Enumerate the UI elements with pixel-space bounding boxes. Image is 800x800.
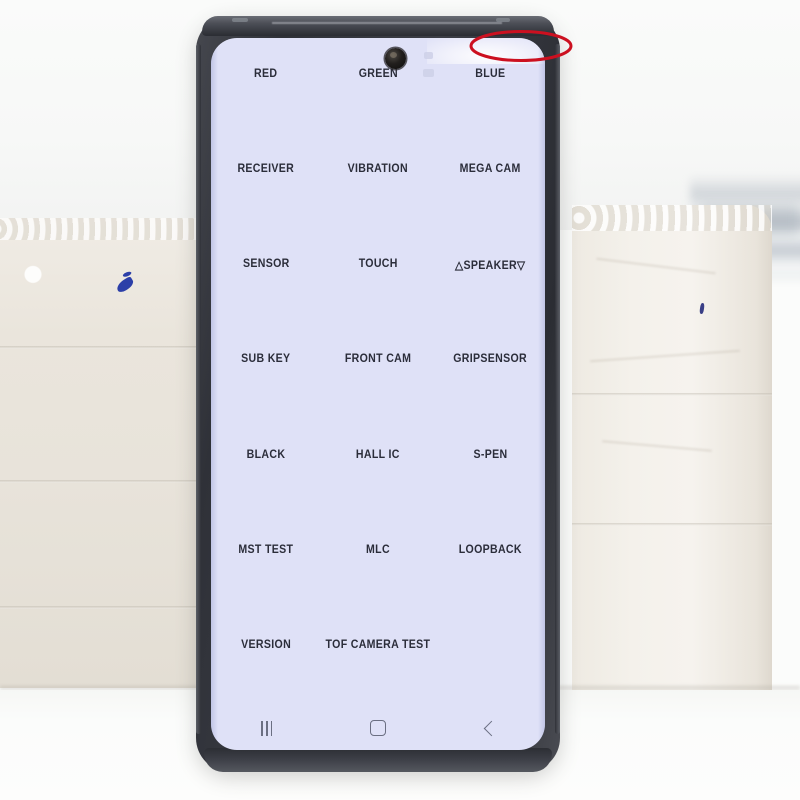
styrofoam-block-left [0, 218, 205, 688]
home-button[interactable] [350, 711, 406, 745]
phone-device: RED GREEN BLUE RECEIVER VIBRATION MEGA C… [196, 16, 560, 772]
test-button-label: TOUCH [358, 258, 398, 271]
test-button-touch[interactable]: TOUCH [321, 230, 435, 324]
test-button-empty [436, 610, 543, 704]
foam-seam [0, 606, 205, 609]
styrofoam-block-right [572, 205, 772, 705]
test-button-sensor[interactable]: SENSOR [213, 230, 320, 324]
test-button-label: RED [254, 68, 278, 80]
test-button-label: FRONT CAM [344, 353, 412, 366]
phone-screen: RED GREEN BLUE RECEIVER VIBRATION MEGA C… [211, 38, 545, 750]
recents-button[interactable] [239, 711, 295, 745]
test-button-label: HALL IC [356, 448, 400, 461]
red-annotation-ellipse [469, 29, 573, 63]
test-button-receiver[interactable]: RECEIVER [213, 135, 320, 229]
test-button-s-pen[interactable]: S-PEN [436, 420, 543, 514]
test-button-label: SENSOR [242, 258, 290, 271]
frame-detail [496, 18, 510, 22]
test-button-mst-test[interactable]: MST TEST [213, 515, 320, 609]
test-button-red[interactable]: RED [213, 40, 320, 134]
frame-highlight [272, 22, 502, 24]
test-button-gripsensor[interactable]: GRIPSENSOR [436, 325, 543, 419]
test-button-green[interactable]: GREEN [321, 40, 435, 134]
home-icon [369, 720, 386, 736]
back-icon [483, 720, 500, 736]
test-button-label: BLACK [246, 448, 286, 461]
test-button-label: MEGA CAM [459, 163, 521, 176]
test-button-sub-key[interactable]: SUB KEY [213, 325, 320, 419]
phone-bottom-frame [204, 748, 552, 772]
test-button-label: RECEIVER [237, 163, 295, 176]
foam-seam [0, 480, 205, 483]
back-button[interactable] [461, 711, 517, 745]
test-button-label: S-PEN [472, 448, 507, 461]
test-button-version[interactable]: VERSION [213, 610, 320, 704]
test-button-loopback[interactable]: LOOPBACK [436, 515, 543, 609]
annotation-ellipse-shape [469, 30, 573, 62]
front-camera-icon [385, 48, 406, 69]
test-button-label: GREEN [358, 68, 398, 80]
foam-seam [572, 523, 772, 526]
test-button-label: MST TEST [238, 543, 294, 556]
test-button-tof-camera-test[interactable]: TOF CAMERA TEST [321, 610, 435, 704]
foam-bead-texture-left [0, 218, 205, 240]
test-button-front-cam[interactable]: FRONT CAM [321, 325, 435, 419]
recents-icon [261, 720, 273, 736]
test-button-label: △SPEAKER▽ [454, 260, 526, 273]
test-button-label: LOOPBACK [458, 543, 522, 556]
foam-seam [572, 393, 772, 396]
diagnostic-test-grid: RED GREEN BLUE RECEIVER VIBRATION MEGA C… [211, 38, 545, 706]
test-button-label: GRIPSENSOR [453, 353, 527, 366]
test-button-mega-cam[interactable]: MEGA CAM [436, 135, 543, 229]
test-button-label: VIBRATION [347, 163, 409, 176]
foam-crack [602, 440, 712, 452]
test-button-label: SUB KEY [241, 353, 291, 366]
test-button-vibration[interactable]: VIBRATION [321, 135, 435, 229]
screen-artifact-icon [424, 52, 433, 59]
test-button-speaker[interactable]: △SPEAKER▽ [436, 230, 543, 324]
foam-crack [590, 349, 740, 363]
test-button-mlc[interactable]: MLC [321, 515, 435, 609]
test-button-label: TOF CAMERA TEST [325, 638, 431, 651]
android-navigation-bar [211, 706, 545, 750]
test-button-label: VERSION [241, 638, 291, 651]
phone-left-frame [196, 44, 201, 734]
photo-scene: RED GREEN BLUE RECEIVER VIBRATION MEGA C… [0, 0, 800, 800]
test-button-hall-ic[interactable]: HALL IC [321, 420, 435, 514]
test-button-label: MLC [366, 543, 390, 556]
phone-right-frame [555, 44, 560, 734]
foam-crack [596, 257, 716, 275]
frame-detail [232, 18, 248, 22]
foam-bead-texture-right [572, 205, 772, 231]
screen-artifact-icon [423, 69, 434, 77]
foam-seam [0, 346, 205, 349]
test-button-label: BLUE [474, 68, 506, 80]
test-button-black[interactable]: BLACK [213, 420, 320, 514]
